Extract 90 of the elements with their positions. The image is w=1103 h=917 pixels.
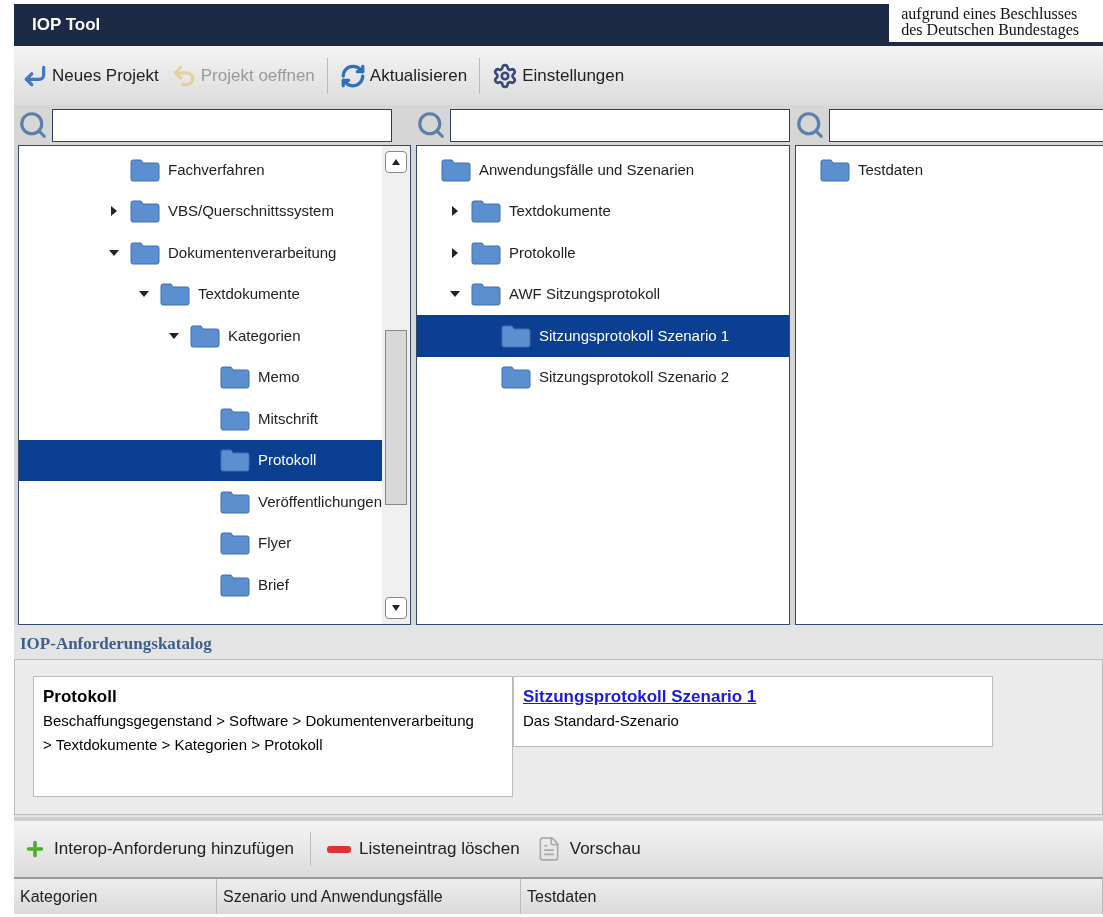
search-field[interactable] [52,108,392,142]
scrollbar[interactable] [382,146,410,624]
collapsed-arrow-icon[interactable] [450,206,460,217]
tree-item[interactable]: Dokumentenverarbeitung [19,232,382,274]
tree-label: Testdaten [858,159,924,180]
action-button[interactable]: Vorschau [535,836,641,862]
folder-icon [220,489,250,514]
tree-label: Textdokumente [198,284,300,304]
tree-item[interactable]: Anwendungsfälle und Szenarien [417,149,789,191]
tree-item[interactable]: Flyer [19,522,382,564]
folder-icon [471,240,501,265]
card-text: Das Standard-Szenario [523,711,680,731]
search-icon [18,110,48,140]
tree-item[interactable]: Protokoll [19,439,382,481]
folder-icon [130,157,160,182]
folder-icon [441,157,471,182]
folder-icon [160,282,190,307]
folder-icon [190,323,220,348]
scroll-thumb[interactable] [385,329,407,505]
folder-icon [501,365,531,390]
plus-icon [24,838,46,860]
search-field[interactable] [829,108,1103,142]
action-button[interactable]: Listeneintrag löschen [327,836,520,862]
collapsed-arrow-icon[interactable] [450,247,460,258]
section-title: IOP-Anforderungskatalog [19,633,213,655]
tree-item[interactable]: Textdokumente [417,190,789,232]
tree-item[interactable]: Fachverfahren [19,149,382,191]
settings-icon [492,62,519,89]
toolbar-button[interactable]: Einstellungen [492,62,625,89]
minus-icon [327,845,352,853]
tree-label: Memo [258,367,300,387]
expanded-arrow-icon[interactable] [109,247,119,258]
tree-label: Textdokumente [509,201,611,221]
tree-label: Fachverfahren [168,159,265,180]
scenario-link[interactable]: Sitzungsprotokoll Szenario 1 [523,685,983,709]
folder-icon [130,240,160,265]
tree-item[interactable]: Testdaten [796,149,1103,191]
toolbar-button[interactable]: Neues Projekt [22,62,159,89]
folder-icon [130,199,160,224]
tree-item[interactable]: Sitzungsprotokoll Szenario 2 [417,356,789,398]
folder-icon [220,448,250,473]
expanded-arrow-icon[interactable] [169,330,179,341]
tree-item[interactable]: Protokolle [417,232,789,274]
action-button[interactable]: Interop-Anforderung hinzufügen [24,836,295,862]
tree-item[interactable]: Mitschrift [19,398,382,440]
tree-item[interactable]: Sitzungsprotokoll Szenario 1 [417,315,789,357]
tree-label: Protokoll [258,450,317,470]
folder-icon [501,323,531,348]
folder-icon [471,282,501,307]
scroll-up-icon[interactable] [385,151,407,173]
folder-icon [220,531,250,556]
tree-item[interactable]: Veröffentlichungen [19,481,382,523]
tree-item[interactable]: VBS/Querschnittssystem [19,190,382,232]
collapsed-arrow-icon[interactable] [109,206,119,217]
tree-item[interactable]: Brief [19,564,382,606]
tree-label: Brief [258,574,289,595]
badge-text: des Deutschen Bundestages [901,22,1079,38]
tree-label: Sitzungsprotokoll Szenario 1 [539,325,730,346]
tree-label: Kategorien [228,325,301,346]
tree-label: VBS/Querschnittssystem [168,201,334,221]
tree-label: Anwendungsfälle und Szenarien [479,159,695,180]
column-header[interactable]: Testdaten [521,879,1103,914]
tree-item[interactable]: Textdokumente [19,273,382,315]
tree-label: Sitzungsprotokoll Szenario 2 [539,367,730,387]
folder-icon [820,157,850,182]
folder-icon [220,365,250,390]
tree-label: Flyer [258,533,292,553]
window-title: IOP Tool [32,14,101,37]
refresh-icon [339,62,366,89]
search-icon [795,110,825,140]
card-text: Beschaffungsgegenstand > Software > Dokumentenverarbeitung > Textdokumente > Kategorien > Protokoll [43,711,475,755]
tree-label: Mitschrift [258,408,318,429]
badge-text: aufgrund eines Beschlusses [901,6,1078,22]
folder-icon [220,572,250,597]
column-header[interactable]: Kategorien [14,879,217,914]
tree-label: AWF Sitzungsprotokoll [509,284,661,304]
scroll-down-icon[interactable] [385,597,407,619]
tree-item[interactable]: Memo [19,356,382,398]
toolbar-button[interactable]: Aktualisieren [339,62,468,89]
tree-label: Protokolle [509,242,576,263]
tree-item[interactable]: AWF Sitzungsprotokoll [417,273,789,315]
card-title: Protokoll [43,686,118,708]
tree-label: Veröffentlichungen [258,491,382,512]
folder-icon [220,406,250,431]
search-field[interactable] [450,108,790,142]
tree-label: Dokumentenverarbeitung [168,242,337,263]
column-header[interactable]: Szenario und Anwendungsfälle [217,879,521,914]
tree-item[interactable]: Kategorien [19,315,382,357]
folder-icon [471,199,501,224]
search-icon [416,110,446,140]
